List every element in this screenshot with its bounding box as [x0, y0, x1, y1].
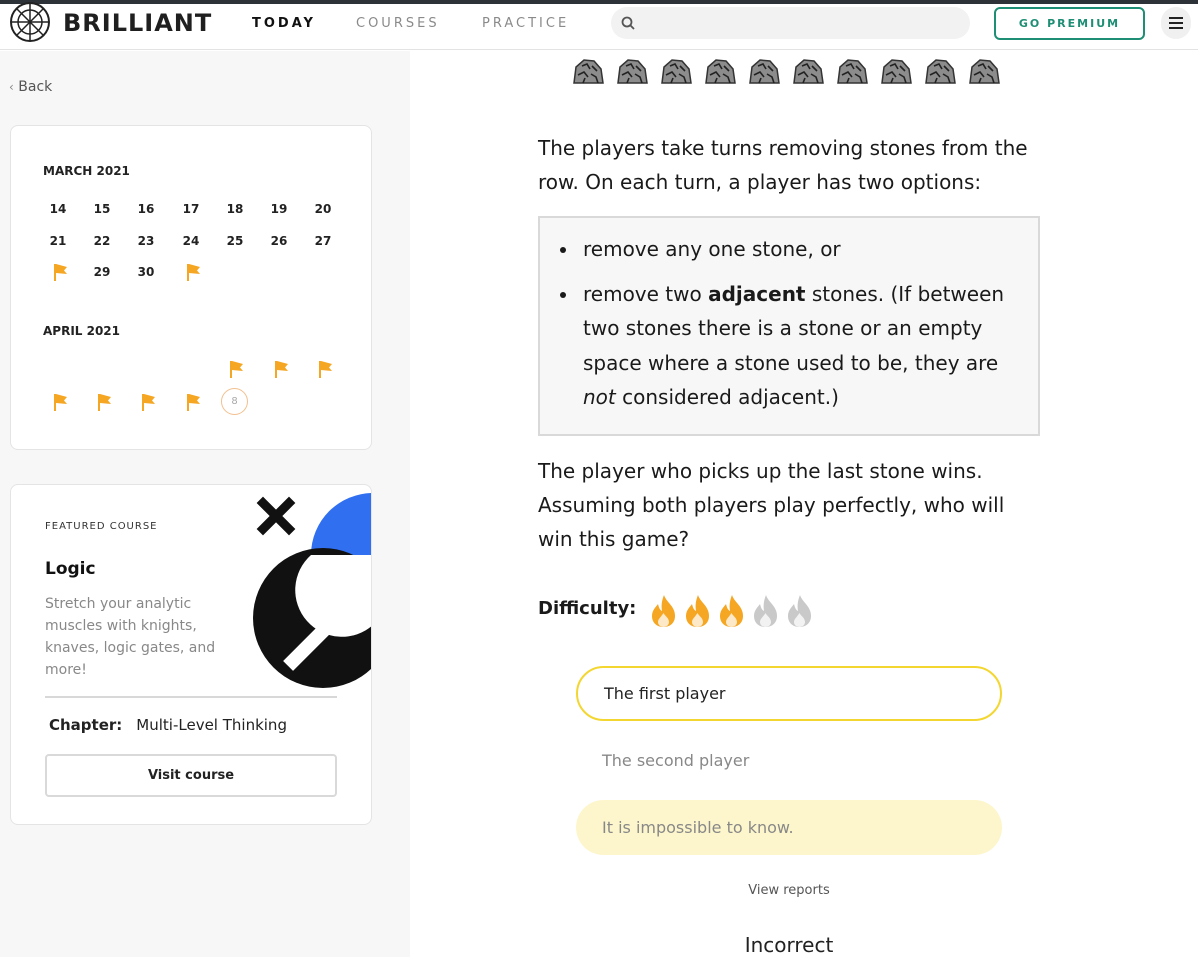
stone-icon: [573, 59, 604, 84]
calendar-day: 29: [93, 265, 111, 279]
rule-text: remove two: [583, 281, 709, 306]
rules-box: remove any one stone, or remove two adja…: [538, 216, 1040, 436]
logic-course-illustration: [253, 493, 371, 688]
menu-icon-line: [1169, 27, 1183, 29]
calendar-day: 20: [314, 202, 332, 216]
brand-logo[interactable]: BRILLIANT: [9, 2, 213, 42]
featured-course-card: FEATURED COURSE Logic Stretch your analy…: [10, 484, 372, 825]
streak-flag-icon: [187, 394, 200, 411]
stone-icon: [881, 59, 912, 84]
result-status: Incorrect: [744, 933, 834, 957]
course-title[interactable]: Logic: [45, 559, 96, 579]
problem-question: The player who picks up the last stone w…: [538, 459, 1005, 551]
stone-icon: [705, 59, 736, 84]
brand-name: BRILLIANT: [63, 9, 213, 37]
streak-flag-icon: [142, 394, 155, 411]
calendar-month-label: APRIL 2021: [43, 324, 121, 338]
answer-option[interactable]: It is impossible to know.: [576, 800, 1002, 855]
chapter-label: Chapter:: [49, 716, 123, 734]
streak-flag-icon: [54, 394, 67, 411]
featured-course-label: FEATURED COURSE: [45, 521, 158, 532]
hamburger-menu-button[interactable]: [1161, 7, 1191, 39]
calendar-day: 27: [314, 234, 332, 248]
stone-icon: [837, 59, 868, 84]
stone-icon: [793, 59, 824, 84]
stone-row: [572, 57, 1000, 85]
visit-course-button[interactable]: Visit course: [45, 754, 337, 797]
problem-content: The players take turns removing stones f…: [410, 51, 1198, 957]
flame-filled-icon: [652, 595, 675, 627]
rule-emphasis: adjacent: [708, 281, 806, 306]
course-description: Stretch your analytic muscles with knigh…: [45, 596, 216, 678]
stone-icon: [925, 59, 956, 84]
chapter-value: Multi-Level Thinking: [136, 716, 287, 734]
back-label: Back: [18, 79, 53, 95]
calendar-day: 15: [93, 202, 111, 216]
flame-filled-icon: [720, 595, 743, 627]
calendar-day: 25: [226, 234, 244, 248]
menu-icon-line: [1169, 22, 1183, 24]
calendar-day: 30: [137, 265, 155, 279]
calendar-day: 24: [182, 234, 200, 248]
calendar-day: 18: [226, 202, 244, 216]
flame-filled-icon: [686, 595, 709, 627]
answer-option[interactable]: The second player: [576, 733, 1002, 788]
stone-icon: [661, 59, 692, 84]
stone-icon: [749, 59, 780, 84]
difficulty-rating: [648, 593, 815, 629]
top-navbar: BRILLIANT TODAY COURSES PRACTICE GO PREM…: [0, 2, 1198, 50]
search-input[interactable]: [611, 7, 970, 39]
streak-flag-icon: [319, 361, 332, 378]
rule-text: remove any one stone, or: [583, 237, 841, 261]
rule-emphasis: not: [583, 385, 616, 409]
streak-calendar: MARCH 2021 14 15 16 17 18 19 20 21 22 23…: [10, 125, 372, 450]
back-link[interactable]: ‹ Back: [9, 79, 52, 95]
streak-flag-icon: [187, 264, 200, 281]
calendar-day: 19: [270, 202, 288, 216]
stone-icon: [617, 59, 648, 84]
calendar-day: 17: [182, 202, 200, 216]
streak-flag-icon: [54, 264, 67, 281]
stone-icon: [969, 59, 1000, 84]
calendar-day: 21: [49, 234, 67, 248]
chapter-info: Chapter: Multi-Level Thinking: [49, 716, 287, 734]
calendar-month-label: MARCH 2021: [43, 164, 130, 178]
streak-flag-icon: [98, 394, 111, 411]
rule-item: remove two adjacent stones. (If between …: [560, 277, 1020, 415]
sidebar: ‹ Back MARCH 2021 14 15 16 17 18 19 20 2…: [0, 51, 410, 957]
difficulty-label: Difficulty:: [538, 598, 637, 619]
brilliant-logo-icon: [10, 2, 50, 42]
flame-empty-icon: [754, 595, 777, 627]
flame-empty-icon: [788, 595, 811, 627]
calendar-day: 23: [137, 234, 155, 248]
calendar-day: 26: [270, 234, 288, 248]
problem-intro: The players take turns removing stones f…: [538, 136, 1028, 194]
streak-flag-icon: [275, 361, 288, 378]
menu-icon-line: [1169, 17, 1183, 19]
calendar-day: 14: [49, 202, 67, 216]
calendar-day: 22: [93, 234, 111, 248]
calendar-day: 16: [137, 202, 155, 216]
nav-today[interactable]: TODAY: [252, 16, 316, 31]
view-reports-link[interactable]: View reports: [410, 883, 1168, 898]
search-icon: [621, 16, 635, 30]
rule-text: considered adjacent.): [615, 385, 839, 409]
calendar-today-marker: 8: [221, 388, 248, 415]
chevron-left-icon: ‹: [9, 80, 14, 94]
rule-item: remove any one stone, or: [560, 232, 1020, 267]
nav-courses[interactable]: COURSES: [356, 16, 440, 31]
nav-practice[interactable]: PRACTICE: [482, 16, 569, 31]
go-premium-button[interactable]: GO PREMIUM: [994, 7, 1145, 40]
answer-option[interactable]: The first player: [576, 666, 1002, 721]
streak-flag-icon: [230, 361, 243, 378]
divider: [45, 696, 337, 698]
